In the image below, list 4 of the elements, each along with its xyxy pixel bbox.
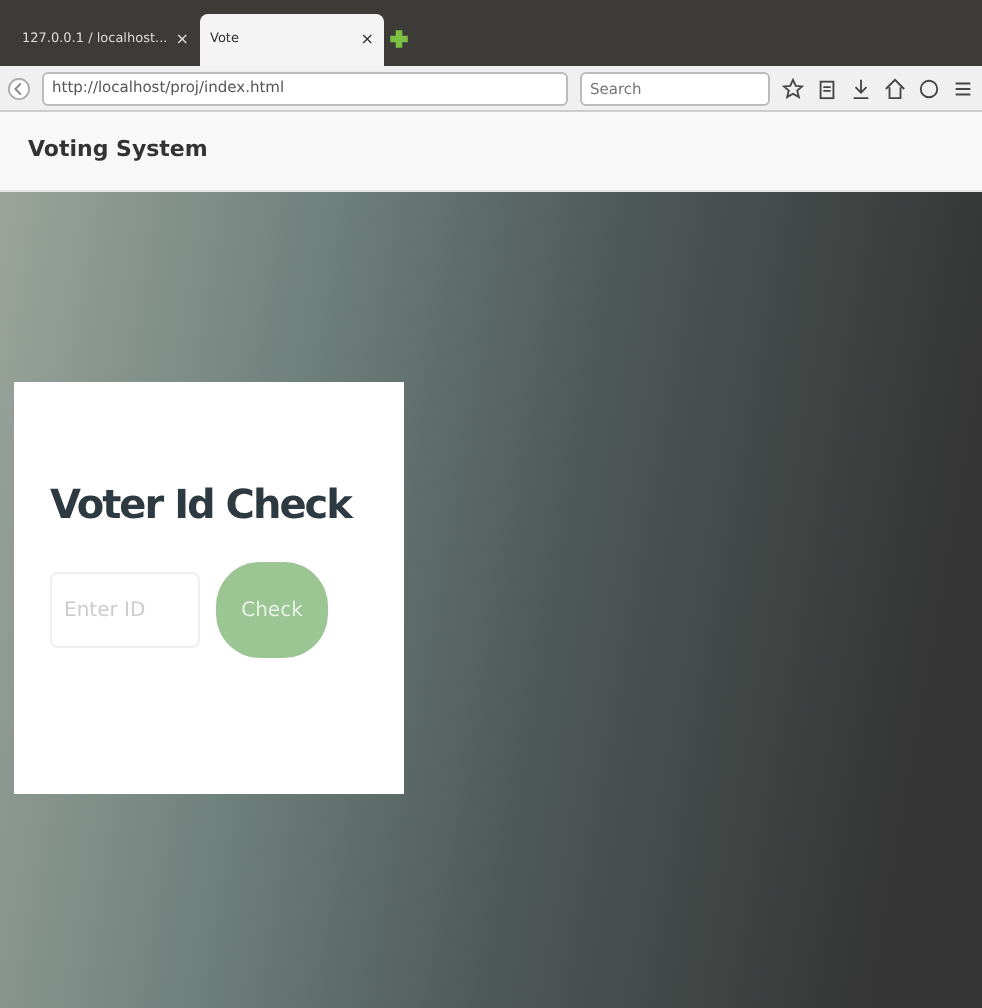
navbar-brand[interactable]: Voting System [28, 134, 208, 168]
close-tab-button[interactable]: × [360, 28, 374, 52]
card-title: Voter Id Check [50, 478, 351, 530]
close-tab-button[interactable]: × [175, 28, 189, 52]
